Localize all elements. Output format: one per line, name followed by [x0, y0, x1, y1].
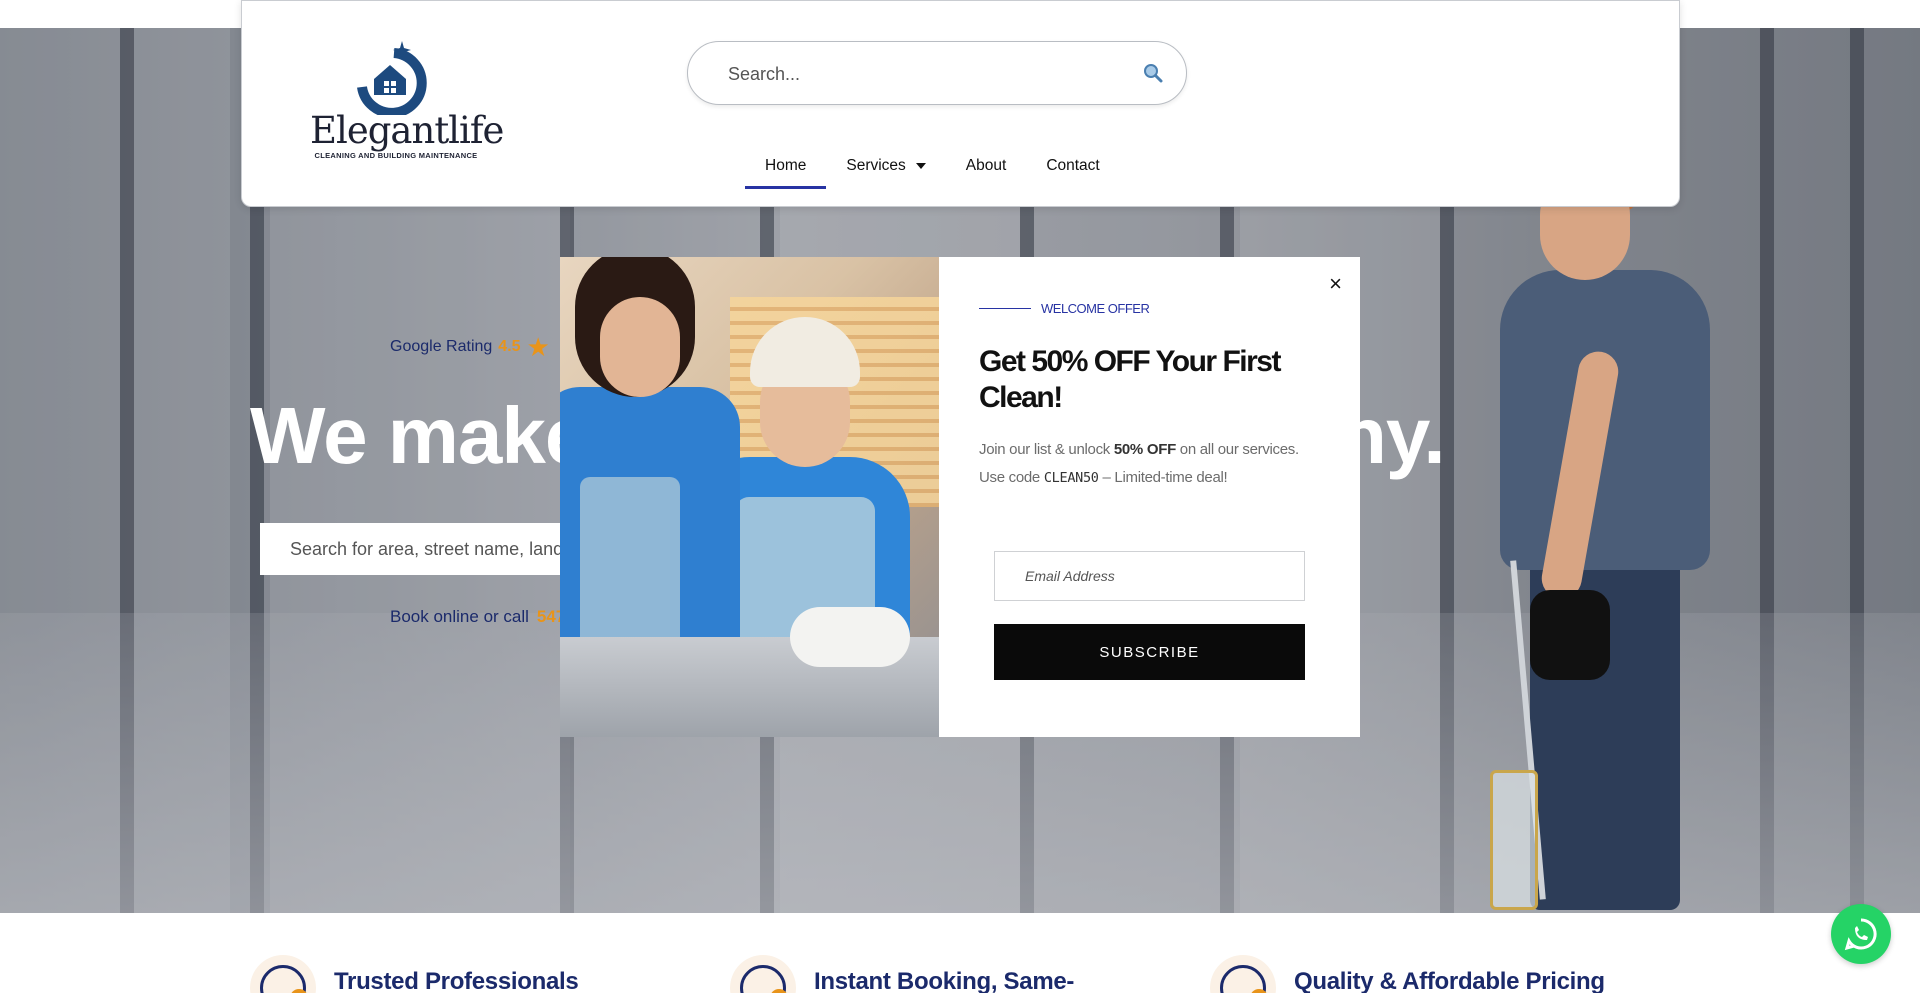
feature-item: Instant Booking, Same-Day Services [730, 955, 1114, 993]
whatsapp-chat-button[interactable] [1831, 904, 1891, 964]
desc-text: Join our list & unlock [979, 441, 1114, 458]
logo-wordmark: Elegantlife [310, 109, 504, 152]
nav-services[interactable]: Services [826, 151, 945, 189]
nav-home[interactable]: Home [745, 151, 827, 189]
cleaners-photo [560, 257, 939, 737]
house-logo-icon [357, 41, 427, 115]
whatsapp-icon [1844, 918, 1877, 951]
book-label: Book online or call [390, 607, 529, 626]
promo-code: CLEAN50 [1043, 470, 1099, 486]
nav-contact[interactable]: Contact [1026, 151, 1119, 189]
area-search-placeholder: Search for area, street name, landm [290, 538, 579, 559]
search-input[interactable] [728, 60, 1108, 88]
rating-label: Google Rating [390, 338, 493, 355]
feature-item: Quality & Affordable Pricing [1210, 955, 1605, 993]
hero-headline: We make [250, 391, 589, 480]
nav-about[interactable]: About [946, 151, 1027, 189]
site-logo[interactable]: Elegantlife CLEANING AND BUILDING MAINTE… [310, 37, 504, 167]
book-online: Book online or call 547 [390, 607, 565, 627]
desc-text: – Limited-time deal! [1098, 469, 1228, 486]
nav-home-label: Home [765, 157, 807, 174]
offer-tag-label: WELCOME OFFER [1041, 301, 1150, 316]
modal-description: Join our list & unlock 50% OFF on all ou… [979, 436, 1320, 492]
features-strip: Trusted Professionals Instant Booking, S… [0, 913, 1920, 993]
close-icon[interactable]: × [1329, 273, 1342, 295]
feature-item: Trusted Professionals [250, 955, 579, 993]
google-rating: Google Rating 4.5 ★ [390, 332, 550, 362]
nav-contact-label: Contact [1046, 157, 1100, 174]
price-list-icon [1210, 955, 1276, 993]
site-search [687, 41, 1187, 105]
subscribe-button[interactable]: SUBSCRIBE [994, 624, 1305, 680]
feature-title: Trusted Professionals [334, 968, 579, 993]
email-field[interactable] [994, 551, 1305, 601]
main-nav: Home Services About Contact [745, 151, 1120, 189]
team-icon [250, 955, 316, 993]
nav-about-label: About [965, 157, 1007, 174]
desc-text: on all our services. [1175, 441, 1299, 458]
offer-tag: WELCOME OFFER [979, 301, 1320, 316]
desc-discount: 50% OFF [1113, 441, 1176, 458]
nav-services-label: Services [846, 157, 906, 174]
site-header: Elegantlife CLEANING AND BUILDING MAINTE… [241, 0, 1680, 207]
mop-bucket-image [1490, 770, 1538, 910]
tag-divider [979, 308, 1031, 309]
area-search-input[interactable]: Search for area, street name, landm [260, 523, 580, 575]
modal-content: × WELCOME OFFER Get 50% OFF Your First C… [939, 257, 1360, 737]
chevron-down-icon [915, 163, 926, 169]
search-icon[interactable] [1142, 62, 1164, 84]
welcome-offer-modal: × WELCOME OFFER Get 50% OFF Your First C… [560, 257, 1360, 737]
rating-value: 4.5 [498, 338, 521, 355]
star-icon: ★ [526, 332, 550, 362]
modal-title: Get 50% OFF Your First Clean! [979, 345, 1281, 414]
feature-title: Quality & Affordable Pricing [1294, 968, 1605, 993]
desc-text: Use code [979, 469, 1044, 486]
gear-clock-icon [730, 955, 796, 993]
feature-title: Instant Booking, Same-Day Services [814, 968, 1075, 993]
logo-tagline: CLEANING AND BUILDING MAINTENANCE [314, 151, 478, 160]
